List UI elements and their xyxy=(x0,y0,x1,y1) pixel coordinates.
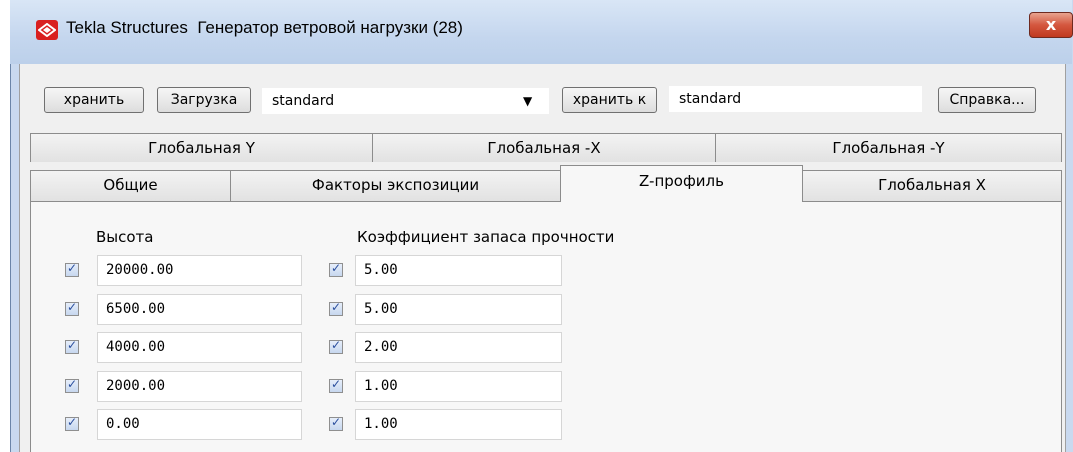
safety-factor-value: 2.00 xyxy=(364,339,398,355)
height-value: 0.00 xyxy=(106,416,140,432)
safety-factor-input[interactable]: 2.00 xyxy=(355,332,562,363)
safety-factor-value: 1.00 xyxy=(364,416,398,432)
safety-factor-checkbox[interactable]: ✓ xyxy=(329,261,343,277)
checkmark-icon: ✓ xyxy=(66,261,78,275)
close-icon: x xyxy=(1045,15,1057,34)
tab-global-y[interactable]: Глобальная Y xyxy=(30,133,373,162)
save-button-label: хранить xyxy=(63,92,125,108)
checkmark-icon: ✓ xyxy=(330,261,342,275)
height-checkbox[interactable]: ✓ xyxy=(65,415,79,431)
tab-label: Глобальная X xyxy=(878,176,986,194)
chevron-down-icon[interactable]: ▼ xyxy=(523,88,532,114)
safety-factor-input[interactable]: 5.00 xyxy=(355,255,562,286)
checkmark-icon: ✓ xyxy=(330,300,342,314)
height-checkbox[interactable]: ✓ xyxy=(65,300,79,316)
tekla-app-icon xyxy=(36,20,58,40)
height-checkbox[interactable]: ✓ xyxy=(65,261,79,277)
help-button[interactable]: Справка... xyxy=(938,87,1036,113)
preset-combobox[interactable]: standard ▼ xyxy=(262,88,549,114)
tab-label: Глобальная -X xyxy=(487,139,601,157)
tab-label: Факторы экспозиции xyxy=(311,176,480,194)
safety-factor-input[interactable]: 1.00 xyxy=(355,371,562,402)
height-value: 6500.00 xyxy=(106,301,166,317)
height-input[interactable]: 6500.00 xyxy=(97,294,302,325)
save-as-name-field[interactable]: standard xyxy=(669,86,922,112)
checkmark-icon: ✓ xyxy=(330,338,342,352)
height-input[interactable]: 4000.00 xyxy=(97,332,302,363)
checkmark-icon: ✓ xyxy=(330,377,342,391)
tab-global-minus-x[interactable]: Глобальная -X xyxy=(372,133,716,162)
load-button-label: Загрузка xyxy=(170,92,238,108)
tab-label: Глобальная Y xyxy=(148,139,255,157)
save-as-button-label: хранить к xyxy=(572,92,647,108)
tab-global-minus-y[interactable]: Глобальная -Y xyxy=(715,133,1062,162)
safety-factor-value: 1.00 xyxy=(364,378,398,394)
title-bar[interactable]: Tekla Structures Генератор ветровой нагр… xyxy=(10,0,1073,64)
app-name: Tekla Structures xyxy=(66,18,188,37)
save-button[interactable]: хранить xyxy=(44,87,144,113)
wind-load-generator-window: Tekla Structures Генератор ветровой нагр… xyxy=(0,0,1073,452)
height-value: 2000.00 xyxy=(106,378,166,394)
height-input[interactable]: 2000.00 xyxy=(97,371,302,402)
load-button[interactable]: Загрузка xyxy=(157,87,251,113)
height-value: 20000.00 xyxy=(106,262,174,278)
safety-factor-checkbox[interactable]: ✓ xyxy=(329,300,343,316)
safety-factor-column-header: Коэффициент запаса прочности xyxy=(357,228,615,246)
safety-factor-value: 5.00 xyxy=(364,301,398,317)
close-button[interactable]: x xyxy=(1029,12,1073,38)
safety-factor-checkbox[interactable]: ✓ xyxy=(329,377,343,393)
height-column-header: Высота xyxy=(96,228,154,246)
preset-combobox-value: standard xyxy=(272,93,335,109)
checkmark-icon: ✓ xyxy=(66,415,78,429)
tab-general[interactable]: Общие xyxy=(30,170,231,201)
save-as-button[interactable]: хранить к xyxy=(562,87,657,113)
tab-label: Общие xyxy=(103,176,158,194)
safety-factor-value: 5.00 xyxy=(364,262,398,278)
window-title: Tekla Structures Генератор ветровой нагр… xyxy=(66,18,463,38)
safety-factor-input[interactable]: 1.00 xyxy=(355,409,562,440)
checkmark-icon: ✓ xyxy=(66,377,78,391)
dialog-title: Генератор ветровой нагрузки (28) xyxy=(197,18,463,37)
height-checkbox[interactable]: ✓ xyxy=(65,377,79,393)
tab-z-profile[interactable]: Z-профиль xyxy=(560,165,803,202)
save-as-name-value: standard xyxy=(679,91,742,107)
safety-factor-checkbox[interactable]: ✓ xyxy=(329,338,343,354)
tab-label: Глобальная -Y xyxy=(832,139,945,157)
tab-label: Z-профиль xyxy=(639,172,724,190)
tab-exposure-factors[interactable]: Факторы экспозиции xyxy=(230,170,561,201)
tab-global-x[interactable]: Глобальная X xyxy=(802,170,1062,201)
help-button-label: Справка... xyxy=(949,92,1025,108)
height-input[interactable]: 20000.00 xyxy=(97,255,302,286)
height-input[interactable]: 0.00 xyxy=(97,409,302,440)
safety-factor-input[interactable]: 5.00 xyxy=(355,294,562,325)
height-checkbox[interactable]: ✓ xyxy=(65,338,79,354)
checkmark-icon: ✓ xyxy=(66,300,78,314)
height-value: 4000.00 xyxy=(106,339,166,355)
checkmark-icon: ✓ xyxy=(66,338,78,352)
checkmark-icon: ✓ xyxy=(330,415,342,429)
safety-factor-checkbox[interactable]: ✓ xyxy=(329,415,343,431)
